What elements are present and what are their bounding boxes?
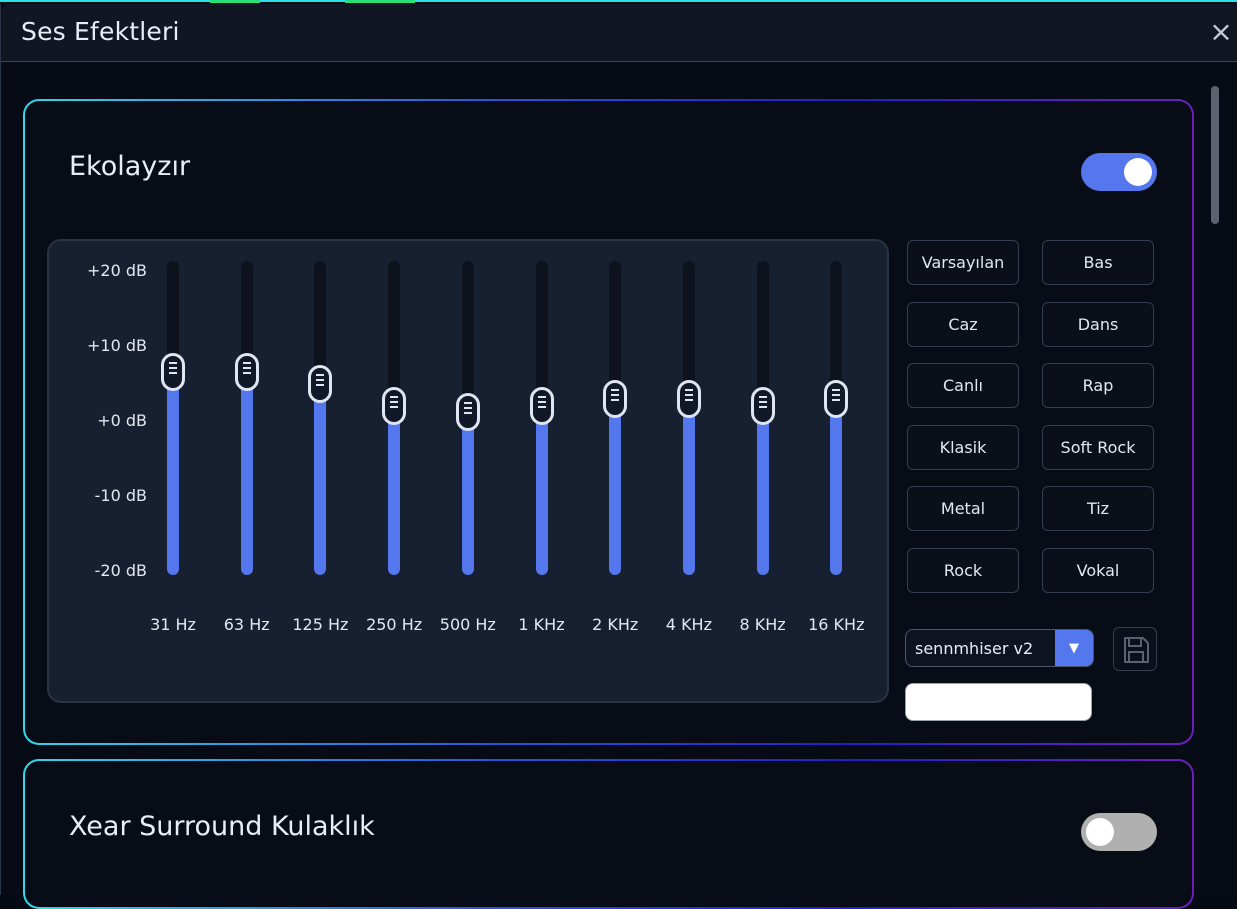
eq-slider-thumb[interactable] bbox=[308, 364, 333, 403]
background-indicator bbox=[210, 0, 260, 3]
toggle-knob bbox=[1086, 818, 1114, 846]
preset-button-rap[interactable]: Rap bbox=[1042, 363, 1154, 408]
equalizer-card: Ekolayzır +20 dB +10 dB +0 dB -10 dB -20… bbox=[23, 99, 1194, 745]
eq-slider-fill bbox=[388, 405, 401, 575]
grip-icon bbox=[463, 401, 472, 404]
grip-icon bbox=[390, 395, 399, 398]
scrollbar-thumb[interactable] bbox=[1211, 86, 1219, 224]
eq-slider-fill bbox=[609, 399, 622, 575]
eq-slider-fill bbox=[535, 405, 548, 575]
eq-slider-fill bbox=[240, 371, 253, 575]
eq-slider-fill bbox=[314, 383, 327, 575]
equalizer-toggle[interactable] bbox=[1081, 153, 1157, 191]
eq-slider-thumb[interactable] bbox=[234, 352, 259, 391]
close-icon[interactable]: × bbox=[1206, 14, 1236, 50]
eq-slider-fill bbox=[682, 399, 695, 575]
eq-slider-thumb[interactable] bbox=[529, 386, 554, 425]
eq-slider-fill bbox=[756, 405, 769, 575]
grip-icon bbox=[832, 389, 841, 392]
equalizer-panel: +20 dB +10 dB +0 dB -10 dB -20 dB 31 Hz 6… bbox=[47, 239, 889, 703]
background-indicator bbox=[345, 0, 415, 3]
xear-surround-toggle[interactable] bbox=[1081, 813, 1157, 851]
grip-icon bbox=[832, 399, 841, 402]
dialog-title: Ses Efektleri bbox=[21, 17, 180, 46]
preset-button-caz[interactable]: Caz bbox=[907, 302, 1019, 347]
profile-select[interactable]: sennmhiser v2 ▼ bbox=[905, 629, 1094, 667]
eq-band bbox=[796, 261, 876, 581]
preset-name-input[interactable] bbox=[905, 683, 1092, 721]
sound-effects-dialog: Ses Efektleri × Ekolayzır +20 dB +10 dB … bbox=[0, 4, 1237, 909]
chevron-down-icon[interactable]: ▼ bbox=[1055, 630, 1093, 666]
eq-slider-fill bbox=[830, 399, 843, 575]
eq-slider-thumb[interactable] bbox=[750, 386, 775, 425]
grip-icon bbox=[316, 378, 325, 381]
grip-icon bbox=[242, 361, 251, 364]
grip-icon bbox=[832, 394, 841, 397]
grip-icon bbox=[390, 400, 399, 403]
preset-button-dans[interactable]: Dans bbox=[1042, 302, 1154, 347]
grip-icon bbox=[758, 395, 767, 398]
eq-band bbox=[207, 261, 287, 581]
preset-button-rock[interactable]: Rock bbox=[907, 548, 1019, 593]
eq-band bbox=[723, 261, 803, 581]
grip-icon bbox=[463, 406, 472, 409]
eq-band bbox=[133, 261, 213, 581]
grip-icon bbox=[463, 411, 472, 414]
grip-icon bbox=[684, 394, 693, 397]
scrollbar[interactable] bbox=[1207, 86, 1221, 895]
eq-slider-thumb[interactable] bbox=[603, 380, 628, 419]
equalizer-title: Ekolayzır bbox=[69, 151, 191, 182]
preset-button-vokal[interactable]: Vokal bbox=[1042, 548, 1154, 593]
preset-button-metal[interactable]: Metal bbox=[907, 486, 1019, 531]
grip-icon bbox=[390, 405, 399, 408]
preset-button-soft-rock[interactable]: Soft Rock bbox=[1042, 425, 1154, 470]
grip-icon bbox=[169, 366, 177, 369]
eq-frequency-label: 16 KHz bbox=[808, 615, 865, 634]
eq-slider-thumb[interactable] bbox=[382, 386, 407, 425]
eq-slider-fill bbox=[461, 411, 474, 575]
grip-icon bbox=[684, 389, 693, 392]
eq-slider-fill bbox=[167, 371, 179, 575]
eq-band bbox=[354, 261, 434, 581]
eq-band bbox=[649, 261, 729, 581]
preset-button-tiz[interactable]: Tiz bbox=[1042, 486, 1154, 531]
grip-icon bbox=[316, 383, 325, 386]
eq-slider-thumb[interactable] bbox=[455, 392, 480, 431]
grip-icon bbox=[611, 394, 620, 397]
preset-button-klasik[interactable]: Klasik bbox=[907, 425, 1019, 470]
grip-icon bbox=[758, 400, 767, 403]
xear-surround-card: Xear Surround Kulaklık bbox=[23, 759, 1194, 909]
toggle-knob bbox=[1124, 158, 1152, 186]
grip-icon bbox=[611, 399, 620, 402]
save-button[interactable] bbox=[1113, 627, 1157, 671]
grip-icon bbox=[611, 389, 620, 392]
eq-slider-thumb[interactable] bbox=[161, 352, 185, 391]
profile-select-value: sennmhiser v2 bbox=[915, 639, 1034, 658]
eq-band bbox=[280, 261, 360, 581]
eq-slider-thumb[interactable] bbox=[676, 380, 701, 419]
eq-band bbox=[575, 261, 655, 581]
grip-icon bbox=[242, 366, 251, 369]
grip-icon bbox=[169, 371, 177, 374]
grip-icon bbox=[537, 405, 546, 408]
eq-band bbox=[502, 261, 582, 581]
preset-button-bas[interactable]: Bas bbox=[1042, 240, 1154, 285]
preset-button-varsayilan[interactable]: Varsayılan bbox=[907, 240, 1019, 285]
eq-band bbox=[428, 261, 508, 581]
grip-icon bbox=[684, 399, 693, 402]
grip-icon bbox=[537, 395, 546, 398]
grip-icon bbox=[169, 361, 177, 364]
eq-slider-thumb[interactable] bbox=[824, 380, 849, 419]
xear-surround-title: Xear Surround Kulaklık bbox=[69, 811, 375, 842]
grip-icon bbox=[537, 400, 546, 403]
grip-icon bbox=[316, 373, 325, 376]
grip-icon bbox=[758, 405, 767, 408]
floppy-disk-icon bbox=[1124, 637, 1149, 663]
grip-icon bbox=[242, 371, 251, 374]
titlebar: Ses Efektleri × bbox=[1, 4, 1237, 62]
preset-button-canli[interactable]: Canlı bbox=[907, 363, 1019, 408]
